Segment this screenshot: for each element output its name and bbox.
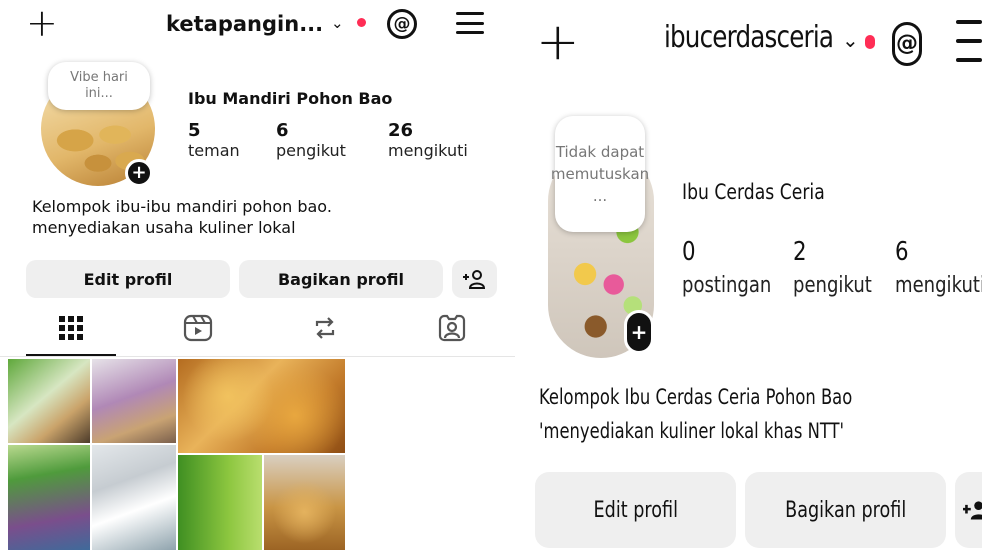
add-story-plus-icon[interactable]: + [125, 159, 153, 187]
stat-label: postingan [682, 273, 772, 298]
stat-friends[interactable]: 5 teman [188, 120, 240, 160]
bio-line: Kelompok Ibu Cerdas Ceria Pohon Bao [539, 385, 853, 409]
threads-icon[interactable]: @ [387, 9, 417, 39]
share-profile-button[interactable]: Bagikan profil [745, 472, 946, 548]
profile-bio: Kelompok ibu-ibu mandiri pohon bao. meny… [32, 196, 332, 238]
username-title[interactable]: ibucerdasceria [664, 20, 834, 55]
notification-dot [357, 18, 366, 27]
edit-profile-button[interactable]: Edit profil [26, 260, 230, 298]
stat-posts[interactable]: 0 postingan [682, 235, 771, 303]
stat-following[interactable]: 6 mengikuti [895, 235, 982, 303]
stat-label: mengikuti [895, 273, 982, 298]
bio-line: menyediakan usaha kuliner lokal [32, 218, 296, 237]
stat-value: 5 [188, 120, 201, 141]
reposts-icon [315, 317, 335, 339]
tab-tagged[interactable] [407, 308, 497, 348]
menu-hamburger-icon[interactable] [456, 12, 484, 34]
add-story-plus-icon[interactable]: + [624, 310, 654, 354]
stat-label: mengikuti [388, 141, 468, 160]
post-thumbnail-chips[interactable] [178, 359, 345, 453]
stat-value: 6 [895, 237, 909, 267]
profile-bio: Kelompok Ibu Cerdas Ceria Pohon Bao 'men… [539, 380, 852, 448]
bio-line: 'menyediakan kuliner lokal khas NTT' [539, 419, 845, 443]
stat-followers[interactable]: 6 pengikut [276, 120, 346, 160]
profile-name: Ibu Cerdas Ceria [682, 180, 825, 204]
grid-icon [59, 316, 83, 340]
threads-icon[interactable]: @ [892, 22, 922, 66]
note-bubble[interactable]: Vibe hari ini... [48, 62, 150, 110]
create-plus-icon[interactable]: + [536, 16, 580, 68]
profile-screen-ketapangin: + ketapangin... ⌄ @ + Vibe hari ini... I… [0, 0, 515, 550]
tab-divider [0, 356, 515, 357]
collage-photo [92, 445, 176, 550]
edit-profile-button[interactable]: Edit profil [535, 472, 736, 548]
post-thumbnail-collage[interactable] [8, 359, 176, 550]
reels-icon [183, 314, 213, 342]
discover-people-button[interactable] [955, 472, 982, 548]
discover-people-button[interactable] [452, 260, 497, 298]
notification-dot [865, 35, 875, 49]
note-bubble[interactable]: Tidak dapat memutuskan ... [551, 116, 649, 232]
stat-label: pengikut [276, 141, 346, 160]
share-profile-button[interactable]: Bagikan profil [239, 260, 443, 298]
post-thumbnail-packaging[interactable] [178, 455, 345, 550]
collage-photo [8, 445, 90, 550]
stat-value: 0 [682, 237, 696, 267]
menu-hamburger-icon[interactable] [956, 20, 982, 62]
button-label: Bagikan profil [784, 497, 907, 523]
username-title[interactable]: ketapangin... [166, 12, 323, 36]
tab-grid[interactable] [26, 308, 116, 348]
collage-photo [8, 359, 90, 443]
account-switch-chevron-icon[interactable]: ⌄ [842, 28, 859, 52]
stat-label: teman [188, 141, 240, 160]
stat-following[interactable]: 26 mengikuti [388, 120, 468, 160]
stat-value: 26 [388, 120, 414, 141]
packaging-photo [264, 455, 345, 550]
profile-name: Ibu Mandiri Pohon Bao [188, 89, 393, 108]
button-label: Edit profil [593, 497, 678, 523]
create-plus-icon[interactable]: + [26, 4, 58, 42]
add-person-icon [462, 270, 485, 289]
packaging-photo [178, 455, 262, 550]
bio-line: Kelompok ibu-ibu mandiri pohon bao. [32, 197, 332, 216]
add-person-icon [963, 501, 982, 520]
tagged-icon [438, 314, 466, 342]
tab-active-indicator [26, 354, 116, 356]
stat-followers[interactable]: 2 pengikut [793, 235, 872, 303]
tab-reels[interactable] [153, 308, 243, 348]
stat-value: 6 [276, 120, 289, 141]
stat-value: 2 [793, 237, 807, 267]
account-switch-chevron-icon[interactable]: ⌄ [331, 14, 344, 32]
collage-photo [92, 359, 176, 443]
tab-reposts[interactable] [280, 308, 370, 348]
stat-label: pengikut [793, 273, 872, 298]
profile-screen-ibucerdasceria: + ibucerdasceria ⌄ @ + Tidak dapat memut… [515, 0, 982, 550]
